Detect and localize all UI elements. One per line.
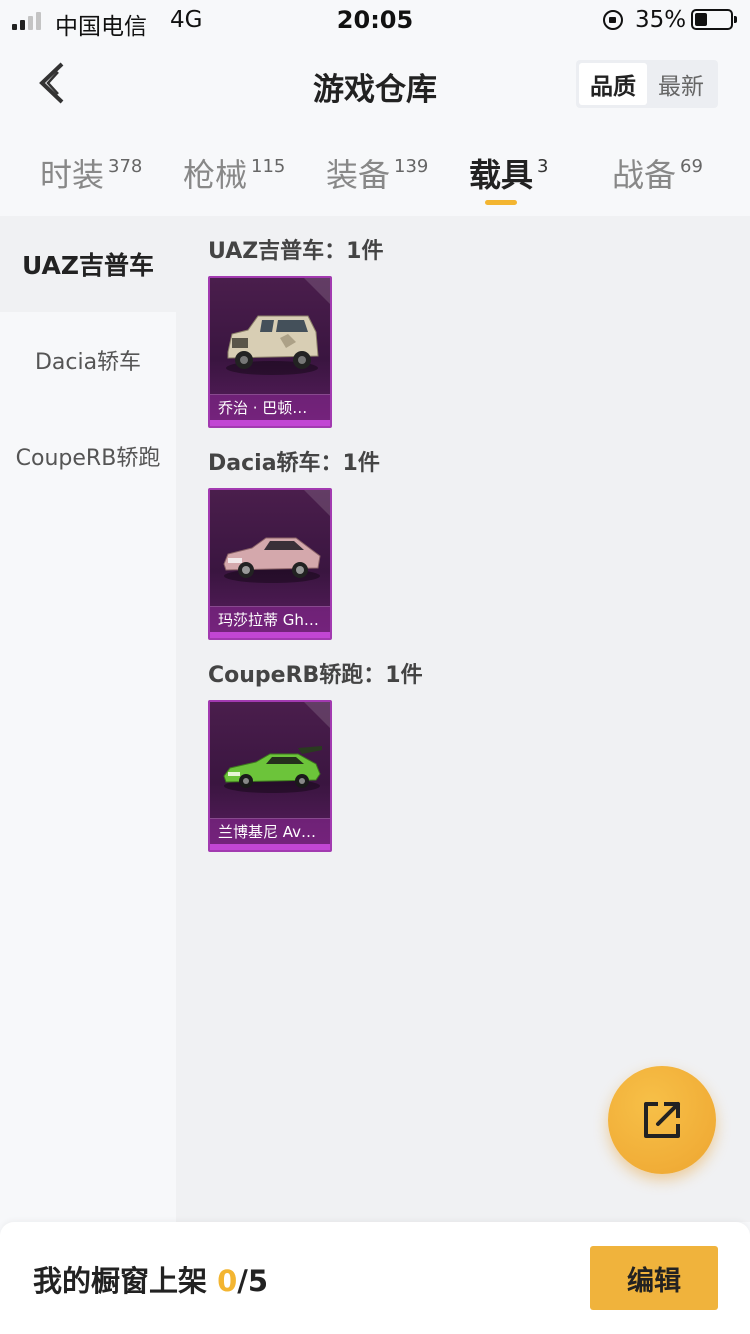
share-button[interactable] (608, 1066, 716, 1174)
vehicle-card[interactable]: 兰博基尼 Av… (208, 700, 332, 852)
rarity-bar (210, 420, 330, 426)
showcase-total: /5 (237, 1264, 269, 1298)
rarity-bar (210, 632, 330, 638)
sidebar: UAZ吉普车 Dacia轿车 CoupeRB轿跑 (0, 216, 176, 1222)
tab-label: 装备 (326, 156, 391, 194)
edit-button[interactable]: 编辑 (590, 1246, 718, 1310)
group-title: Dacia轿车：1件 (208, 451, 380, 476)
share-icon (644, 1102, 680, 1138)
status-bar: 中国电信 4G 20:05 35% (0, 0, 750, 40)
vehicle-card[interactable]: 玛莎拉蒂 Gh… (208, 488, 332, 640)
sidebar-item-uaz[interactable]: UAZ吉普车 (0, 216, 176, 312)
sports-car-icon (223, 746, 322, 793)
tab-label: 时装 (40, 156, 105, 194)
group-title: CoupeRB轿跑：1件 (208, 663, 423, 688)
showcase-status: 我的橱窗上架 0/5 (33, 1258, 268, 1300)
vehicle-name: 玛莎拉蒂 Gh… (210, 606, 330, 632)
bottom-bar: 我的橱窗上架 0/5 编辑 (0, 1222, 750, 1334)
tab-count: 378 (108, 156, 143, 177)
tab-count: 115 (251, 156, 286, 177)
tab-label: 战备 (612, 156, 677, 194)
battery-percent: 35% (635, 7, 687, 33)
sort-toggle: 品质 最新 (576, 60, 718, 108)
sidebar-item-dacia[interactable]: Dacia轿车 (0, 312, 176, 408)
sort-option-newest[interactable]: 最新 (647, 63, 715, 105)
showcase-used-count: 0 (217, 1264, 238, 1298)
tab-label: 载具 (469, 156, 534, 194)
sedan-icon (223, 537, 321, 583)
vehicle-name: 兰博基尼 Av… (210, 818, 330, 844)
group-title: UAZ吉普车：1件 (208, 239, 384, 264)
tab-label: 枪械 (183, 156, 248, 194)
sort-option-quality[interactable]: 品质 (579, 63, 647, 105)
tab-supplies[interactable]: 战备 69 (612, 150, 703, 210)
tab-count: 139 (394, 156, 429, 177)
rarity-bar (210, 844, 330, 850)
category-tabs: 时装 378 枪械 115 装备 139 载具 3 战备 69 (0, 140, 750, 216)
tab-firearms[interactable]: 枪械 115 (183, 150, 285, 210)
showcase-label: 我的橱窗上架 (33, 1264, 218, 1298)
jeep-icon (226, 315, 319, 375)
battery-icon (691, 9, 737, 30)
tab-equipment[interactable]: 装备 139 (326, 150, 428, 210)
rotation-lock-icon (603, 10, 623, 30)
tab-count: 69 (680, 156, 703, 177)
tab-fashion[interactable]: 时装 378 (40, 150, 142, 210)
vehicle-name: 乔治 · 巴顿… (210, 394, 330, 420)
sidebar-item-couperb[interactable]: CoupeRB轿跑 (0, 408, 176, 504)
active-tab-indicator (485, 200, 517, 205)
vehicle-card[interactable]: 乔治 · 巴顿… (208, 276, 332, 428)
tab-count: 3 (537, 156, 549, 177)
header: 游戏仓库 品质 最新 (0, 40, 750, 130)
